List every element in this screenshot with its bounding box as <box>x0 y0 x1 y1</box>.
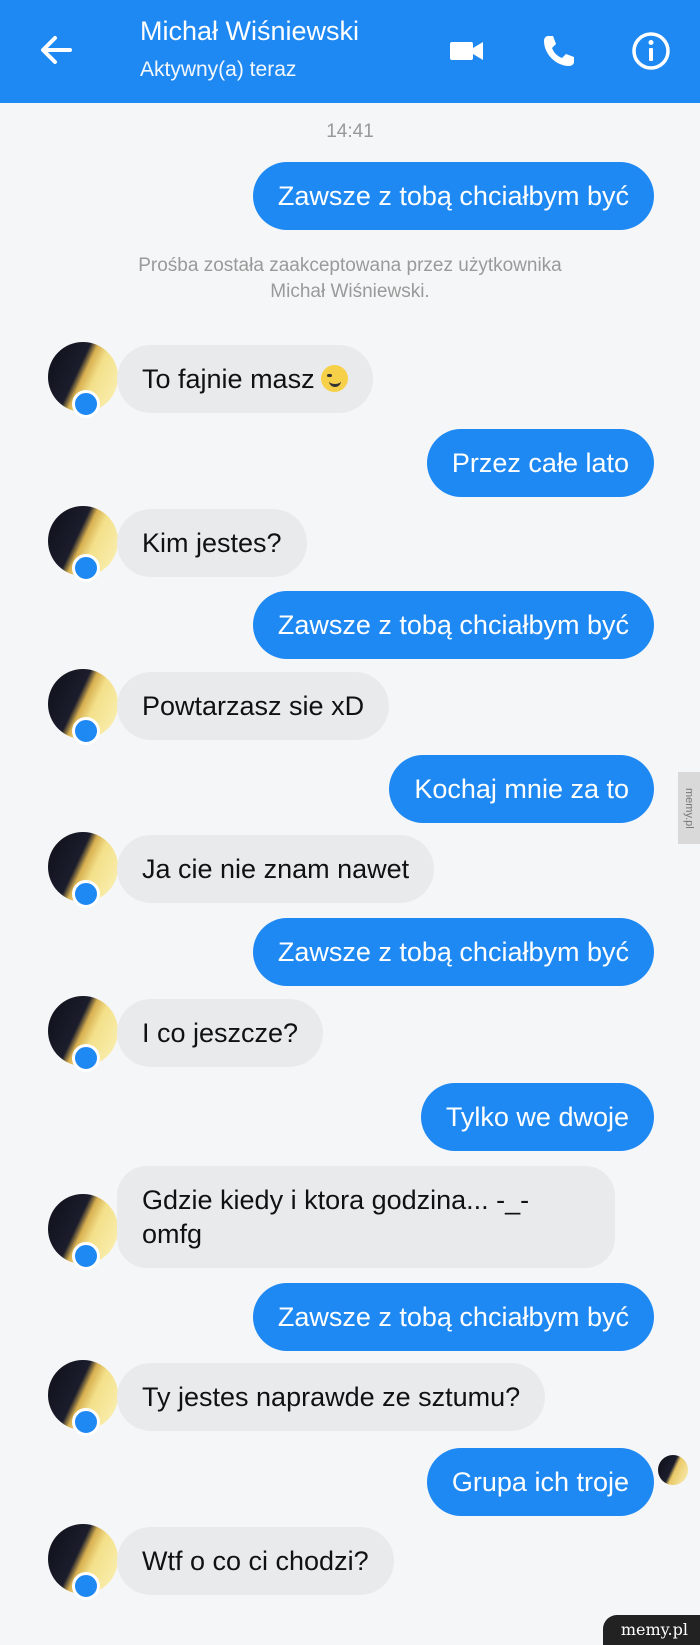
received-message[interactable]: Ja cie nie znam nawet <box>117 835 435 903</box>
info-icon[interactable] <box>630 30 672 72</box>
request-accepted-notice: Prośba została zaakceptowana przez użytk… <box>138 255 562 302</box>
received-message[interactable]: Kim jestes? <box>117 509 307 577</box>
messenger-badge-icon <box>72 1408 100 1436</box>
seen-indicator-avatar <box>658 1455 688 1485</box>
chat-header: Michał Wiśniewski Aktywny(a) teraz <box>0 0 700 103</box>
sent-message[interactable]: Tylko we dwoje <box>420 1083 654 1151</box>
messenger-badge-icon <box>72 1572 100 1600</box>
received-message[interactable]: Powtarzasz sie xD <box>117 672 390 740</box>
contact-avatar[interactable] <box>24 1194 118 1270</box>
messenger-badge-icon <box>72 1044 100 1072</box>
sent-message[interactable]: Zawsze z tobą chciałbym być <box>252 918 654 986</box>
contact-avatar[interactable] <box>24 342 118 418</box>
sent-message[interactable]: Grupa ich troje <box>426 1448 654 1516</box>
back-arrow-icon[interactable] <box>36 30 76 70</box>
received-message[interactable]: Wtf o co ci chodzi? <box>117 1527 394 1595</box>
sent-message[interactable]: Zawsze z tobą chciałbym być <box>252 1283 654 1351</box>
contact-status: Aktywny(a) teraz <box>140 58 297 81</box>
received-message[interactable]: Gdzie kiedy i ktora godzina... -_- omfg <box>117 1166 615 1268</box>
contact-avatar[interactable] <box>24 1524 118 1600</box>
contact-avatar[interactable] <box>24 1360 118 1436</box>
messenger-badge-icon <box>72 1242 100 1270</box>
message-timestamp: 14:41 <box>326 121 374 142</box>
received-message-text: To fajnie masz <box>142 364 315 394</box>
contact-name[interactable]: Michał Wiśniewski <box>140 16 359 47</box>
sent-message[interactable]: Zawsze z tobą chciałbym być <box>252 162 654 230</box>
sent-message[interactable]: Przez całe lato <box>426 429 654 497</box>
contact-avatar[interactable] <box>24 669 118 745</box>
sent-message[interactable]: Zawsze z tobą chciałbym być <box>252 591 654 659</box>
contact-avatar[interactable] <box>24 832 118 908</box>
contact-avatar[interactable] <box>24 506 118 582</box>
messenger-badge-icon <box>72 880 100 908</box>
sent-message[interactable]: Kochaj mnie za to <box>389 755 654 823</box>
message-thread[interactable]: 14:41 Zawsze z tobą chciałbym być Prośba… <box>0 103 700 1645</box>
messenger-badge-icon <box>72 390 100 418</box>
contact-avatar[interactable] <box>24 996 118 1072</box>
messenger-badge-icon <box>72 554 100 582</box>
side-watermark: memy.pl <box>678 772 700 844</box>
bottom-watermark: memy.pl <box>602 1615 700 1645</box>
silly-face-emoji-icon <box>320 365 348 392</box>
messenger-badge-icon <box>72 717 100 745</box>
received-message[interactable]: Ty jestes naprawde ze sztumu? <box>117 1363 546 1431</box>
video-camera-icon[interactable] <box>446 30 488 72</box>
received-message[interactable]: To fajnie masz <box>117 345 373 413</box>
phone-icon[interactable] <box>538 30 580 72</box>
received-message[interactable]: I co jeszcze? <box>117 999 324 1067</box>
